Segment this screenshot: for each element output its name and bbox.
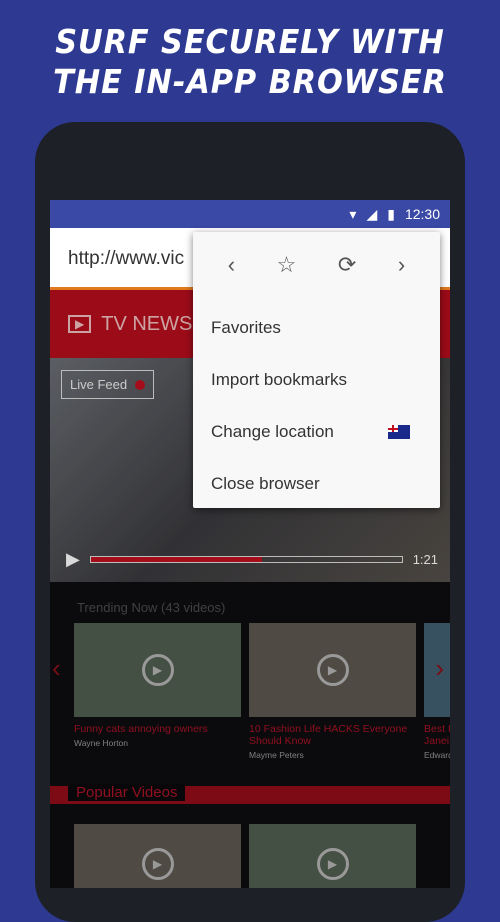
video-card[interactable]: ▶	[74, 824, 241, 888]
menu-label: Favorites	[211, 318, 281, 337]
progress-fill	[90, 557, 262, 562]
video-time: 1:21	[412, 552, 438, 567]
chevron-right-icon[interactable]: ›	[435, 653, 444, 684]
wifi-icon: ▾	[349, 205, 357, 222]
card-author: Wayne Horton	[74, 738, 129, 748]
progress-bar[interactable]	[89, 556, 403, 563]
play-icon: ▶	[141, 654, 174, 686]
card-author: Mayme Peters	[249, 750, 304, 760]
status-time: 12:30	[404, 206, 440, 222]
menu-item-import-bookmarks[interactable]: Import bookmarks	[193, 354, 440, 406]
signal-icon: ◢	[366, 205, 378, 222]
tv-icon: ▶	[68, 315, 92, 333]
menu-item-favorites[interactable]: Favorites	[193, 302, 440, 354]
australia-flag-icon	[388, 425, 410, 439]
card-title: Funny cats annoying owners	[74, 723, 208, 735]
headline: SURF SECURELY WITH THE IN-APP BROWSER	[20, 22, 480, 102]
live-feed-label: Live Feed	[70, 377, 128, 392]
refresh-icon[interactable]: ⟳	[338, 252, 356, 302]
battery-icon: ▮	[387, 205, 395, 222]
menu-label: Import bookmarks	[211, 370, 348, 389]
play-icon: ▶	[316, 848, 349, 880]
menu-label: Change location	[211, 422, 334, 441]
live-dot-icon	[135, 379, 146, 390]
browser-menu: ‹ ☆ ⟳ › Favorites Import bookmarks Chang…	[193, 232, 440, 508]
card-title: Best I Janei	[424, 723, 450, 747]
menu-item-change-location[interactable]: Change location	[193, 406, 440, 458]
headline-line-2: THE IN-APP BROWSER	[53, 62, 447, 101]
play-icon[interactable]: ▶	[66, 549, 80, 570]
popular-carousel: ▶ ▶	[50, 824, 450, 888]
trending-title: Trending Now (43 videos)	[77, 600, 226, 615]
video-card[interactable]: ▶	[249, 824, 416, 888]
status-bar: ▾ ◢ ▮ 12:30	[50, 200, 450, 228]
trending-carousel: ‹ ▶ Funny cats annoying owners Wayne Horto…	[50, 623, 450, 760]
popular-header: Popular Videos	[50, 784, 450, 804]
back-icon[interactable]: ‹	[228, 252, 235, 302]
star-icon[interactable]: ☆	[277, 252, 297, 302]
chevron-left-icon[interactable]: ‹	[52, 653, 61, 684]
video-card[interactable]: ▶ 10 Fashion Life HACKS Everyone Should K…	[249, 623, 416, 760]
player-controls: ▶ 1:21	[66, 549, 438, 570]
card-title: 10 Fashion Life HACKS Everyone Should Kn…	[249, 723, 408, 747]
popular-title: Popular Videos	[68, 784, 186, 801]
menu-item-close-browser[interactable]: Close browser	[193, 458, 440, 510]
live-feed-badge[interactable]: Live Feed	[61, 370, 155, 399]
play-icon: ▶	[141, 848, 174, 880]
headline-line-1: SURF SECURELY WITH	[55, 22, 445, 61]
card-author: Edward	[424, 750, 450, 760]
menu-label: Close browser	[211, 474, 320, 493]
video-card[interactable]: ▶ Funny cats annoying owners Wayne Horton	[74, 623, 241, 760]
video-card[interactable]: Best I Janei Edward	[424, 623, 450, 760]
tv-news-title: TV NEWS	[101, 312, 193, 335]
play-icon: ▶	[316, 654, 349, 686]
forward-icon[interactable]: ›	[398, 252, 405, 302]
